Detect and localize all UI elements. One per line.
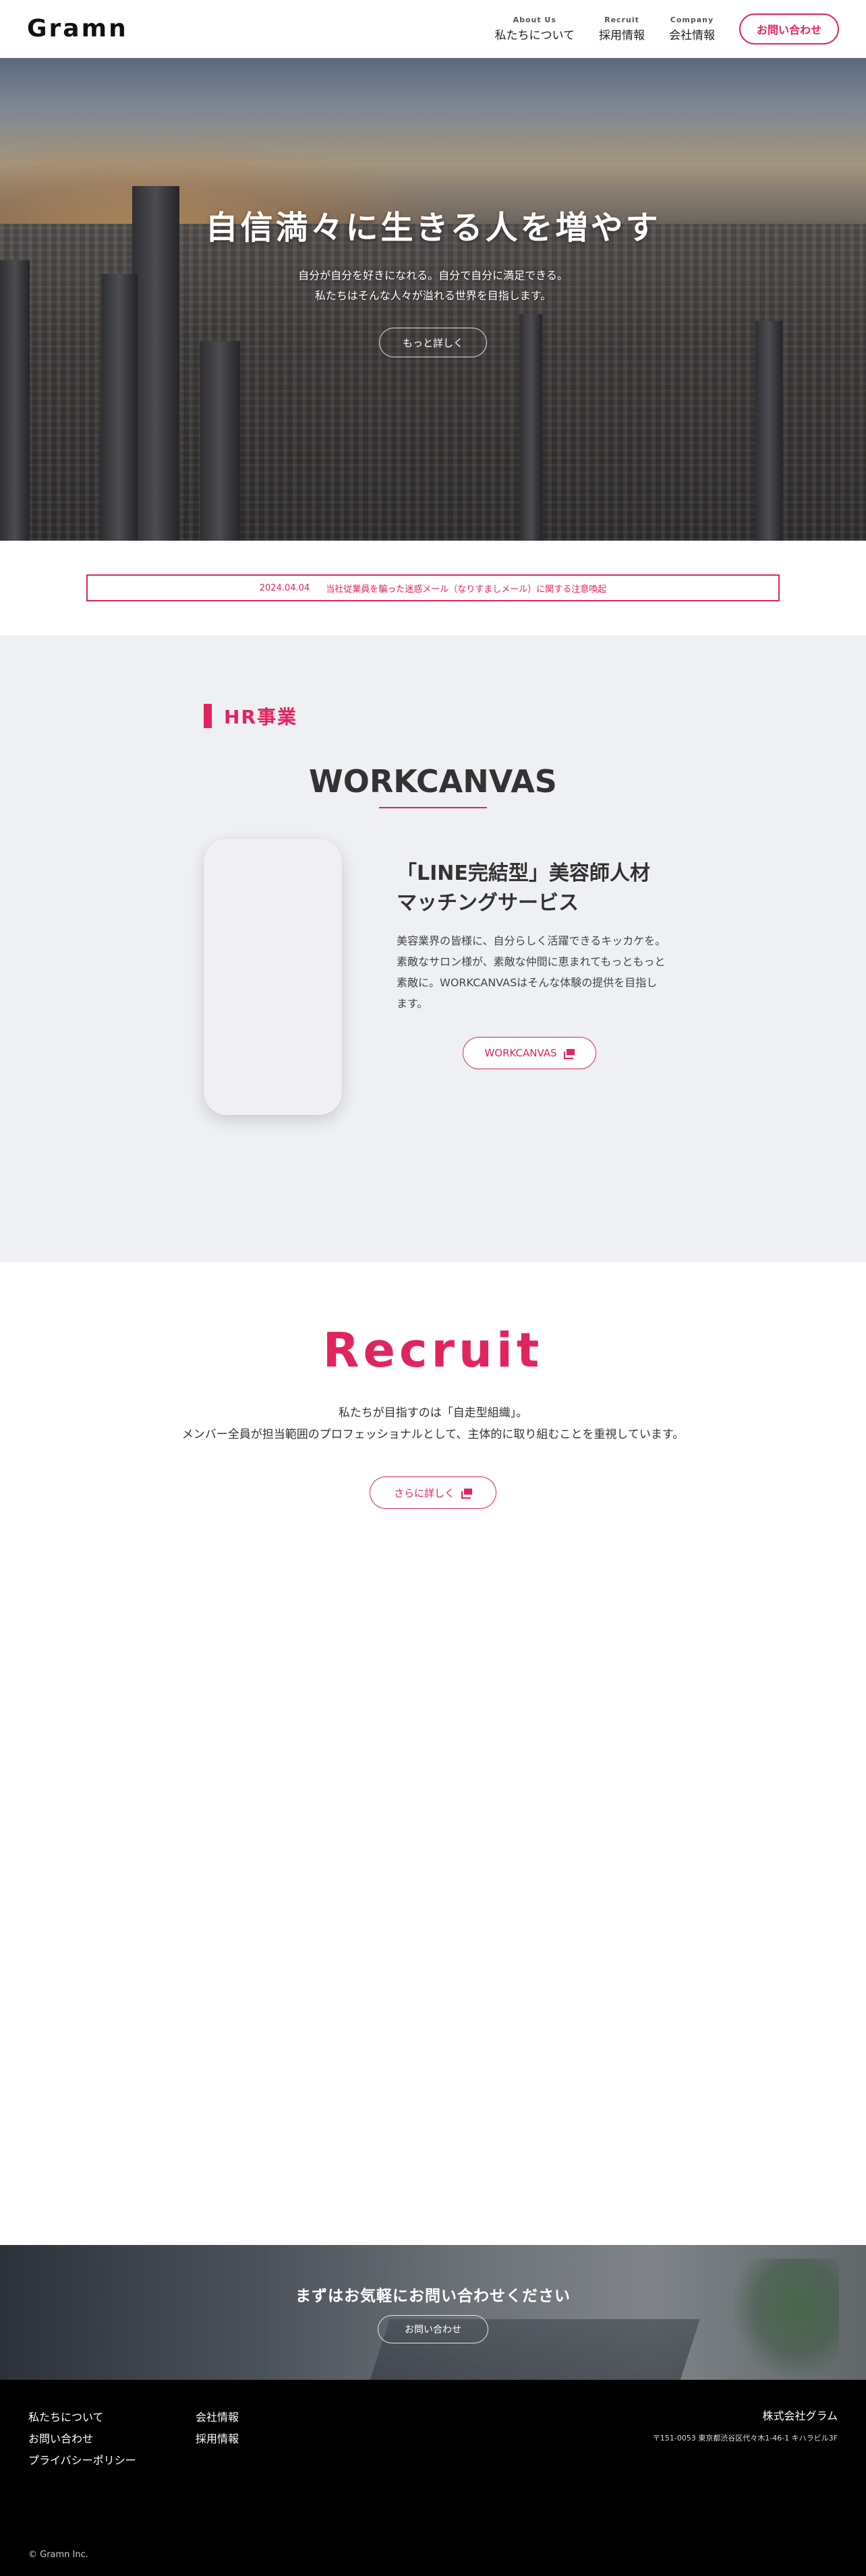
footer-links-col-2: 会社情報 採用情報 [196,2407,239,2450]
recruit-description: 私たちが目指すのは「自走型組織」。 メンバー全員が担当範囲のプロフェッショナルと… [0,1402,866,1445]
footer-links-col-1: 私たちについて お問い合わせ プライバシーポリシー [28,2407,136,2472]
cta-title: まずはお気軽にお問い合わせください [295,2287,571,2305]
footer-link-recruit[interactable]: 採用情報 [196,2428,239,2450]
hr-section-label: HR事業 [204,702,297,729]
nav-item-recruit-label: 採用情報 [598,29,645,42]
footer-address: 〒151-0053 東京都渋谷区代々木1-46-1 キハラビル3F [652,2434,838,2443]
service-title: WORKCANVAS [309,763,557,800]
footer-link-about[interactable]: 私たちについて [28,2407,136,2428]
nav-item-recruit[interactable]: Recruit 採用情報 [599,16,645,42]
contact-cta-banner: まずはお気軽にお問い合わせください お問い合わせ [0,2245,866,2380]
title-underline [379,807,487,808]
nav-item-company-en: Company [670,16,714,24]
hr-business-section: HR事業 WORKCANVAS 「LINE完結型」美容師人材 マッチングサービス… [0,635,866,1262]
external-link-icon [563,1048,575,1059]
workcanvas-button[interactable]: WORKCANVAS [463,1037,596,1069]
footer-link-privacy[interactable]: プライバシーポリシー [28,2450,136,2472]
nav-item-company[interactable]: Company 会社情報 [669,16,715,42]
hero-section: 自信満々に生きる人を増やす 自分が自分を好きになれる。自分で自分に満足できる。 … [0,58,866,541]
site-logo[interactable]: Gramn [27,15,128,42]
recruit-more-button-label: さらに詳しく [393,1487,455,1499]
site-header: Gramn About Us 私たちについて Recruit 採用情報 Comp… [0,0,866,58]
service-heading-line: マッチングサービス [397,891,579,915]
nav-item-company-label: 会社情報 [668,29,715,42]
nav-item-about[interactable]: About Us 私たちについて [494,16,575,42]
service-heading: 「LINE完結型」美容師人材 マッチングサービス [397,859,680,918]
header-contact-button[interactable]: お問い合わせ [739,13,839,44]
external-link-icon [461,1488,472,1499]
main-nav: About Us 私たちについて Recruit 採用情報 Company 会社… [494,0,839,58]
footer-link-company[interactable]: 会社情報 [196,2407,239,2428]
footer-company-name: 株式会社グラム [762,2409,838,2422]
recruit-title: Recruit [322,1323,544,1378]
service-heading-line: 「LINE完結型」美容師人材 [397,862,650,885]
notice-section: 2024.04.04 当社従業員を騙った迷惑メール（なりすましメール）に関する注… [0,541,866,635]
nav-item-about-en: About Us [513,16,556,24]
notice-banner[interactable]: 2024.04.04 当社従業員を騙った迷惑メール（なりすましメール）に関する注… [86,574,780,601]
recruit-description-line: 私たちが目指すのは「自走型組織」。 [338,1406,528,1420]
nav-item-about-label: 私たちについて [494,29,575,42]
hero-subtitle-line: 自分が自分を好きになれる。自分で自分に満足できる。 [298,269,568,282]
hero-title: 自信満々に生きる人を増やす [205,209,661,247]
workcanvas-button-label: WORKCANVAS [484,1047,557,1059]
hero-subtitle: 自分が自分を好きになれる。自分で自分に満足できる。 私たちはそんな人々が溢れる世… [0,266,866,306]
recruit-description-line: メンバー全員が担当範囲のプロフェッショナルとして、主体的に取り組むことを重視して… [181,1428,685,1441]
site-footer: 私たちについて お問い合わせ プライバシーポリシー 会社情報 採用情報 株式会社… [0,2380,866,2576]
notice-text: 当社従業員を騙った迷惑メール（なりすましメール）に関する注意喚起 [326,584,607,595]
phone-mockup [204,839,342,1115]
hero-more-button[interactable]: もっと詳しく [379,328,487,357]
footer-link-contact[interactable]: お問い合わせ [28,2428,136,2450]
label-accent-bar [204,704,212,728]
notice-date: 2024.04.04 [259,582,310,593]
nav-item-recruit-en: Recruit [604,16,639,24]
hr-label-text: HR事業 [224,706,297,728]
footer-copyright: © Gramn Inc. [28,2550,88,2560]
cta-contact-button[interactable]: お問い合わせ [378,2315,488,2343]
service-description: 美容業界の皆様に、自分らしく活躍できるキッカケを。素敵なサロン様が、素敵な仲間に… [397,934,666,1010]
hero-subtitle-line: 私たちはそんな人々が溢れる世界を目指します。 [314,289,552,302]
cta-overlay [0,2245,866,2380]
recruit-more-button[interactable]: さらに詳しく [370,1476,496,1509]
